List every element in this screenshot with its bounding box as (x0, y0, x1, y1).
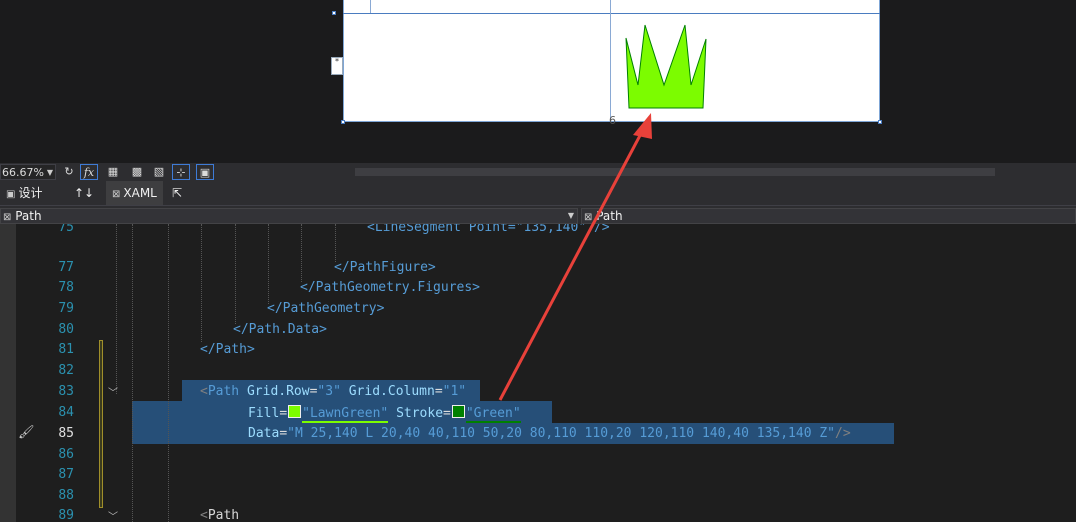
tab-xaml[interactable]: ⊠ XAML (106, 181, 163, 205)
checker-icon[interactable]: ▧ (150, 164, 168, 180)
color-swatch-icon[interactable] (451, 405, 465, 418)
line-number: 88 (58, 488, 74, 503)
line-number: 87 (58, 467, 74, 482)
design-icon: ▣ (6, 189, 16, 200)
collapse-icon[interactable]: ﹀ (108, 508, 118, 522)
indent-guide (168, 224, 170, 522)
swap-panes-button[interactable]: ↑↓ (74, 181, 94, 205)
popout-icon[interactable]: ⇱ (172, 181, 182, 205)
center-handle-icon[interactable]: 6 (609, 114, 616, 127)
grid-icon[interactable]: ▦ (104, 164, 122, 180)
xaml-icon: ⊠ (112, 189, 121, 200)
tab-design-label: 设计 (18, 186, 43, 200)
xaml-code-editor[interactable]: 🖌 ﹀ ﹀ 75 77 78 79 80 81 82 83 84 85 86 8… (0, 224, 1076, 522)
attribute-value: "Green" (465, 406, 521, 423)
chevron-down-icon[interactable]: ▼ (47, 165, 53, 181)
attribute-name: Fill (248, 406, 280, 421)
code-line[interactable]: <LineSegment Point="135,140" /> (367, 224, 610, 235)
code-line-selected[interactable]: Fill= "LawnGreen" Stroke= "Green" (248, 405, 521, 423)
element-combo-left-value: Path (15, 209, 42, 223)
line-number: 77 (58, 260, 74, 275)
zoom-combo[interactable]: 66.67% ▼ (0, 164, 56, 180)
view-tab-bar: ▣ 设计 ↑↓ ⊠ XAML ⇱ (0, 181, 1076, 205)
indent-guide (116, 224, 118, 394)
grid-column-line-left (370, 0, 371, 13)
indent-guide (132, 224, 134, 522)
line-number: 82 (58, 363, 74, 378)
change-marker (99, 340, 103, 508)
element-combo-left[interactable]: ⊠ Path ▼ (0, 208, 578, 224)
element-name: Path (207, 508, 240, 522)
line-number: 75 (58, 224, 74, 235)
indent-guide (268, 224, 270, 304)
attribute-name: Data (248, 426, 280, 441)
line-number: 83 (58, 384, 74, 399)
margin-tag[interactable]: * (331, 57, 343, 75)
crown-path-shape[interactable] (620, 22, 712, 112)
resize-handle[interactable] (878, 120, 882, 124)
line-number: 79 (58, 301, 74, 316)
element-icon: ⊠ (584, 212, 593, 223)
code-line[interactable]: <Path (200, 508, 239, 522)
tab-xaml-label: XAML (123, 186, 157, 200)
chevron-down-icon[interactable]: ▼ (568, 209, 574, 223)
tab-design[interactable]: ▣ 设计 (6, 181, 42, 205)
line-number: 86 (58, 447, 74, 462)
refresh-icon[interactable]: ↻ (60, 164, 78, 180)
design-canvas[interactable] (343, 0, 880, 122)
indent-guide (235, 224, 237, 324)
code-line[interactable]: </PathGeometry.Figures> (300, 280, 480, 295)
attribute-name: Stroke (396, 406, 444, 421)
snap-grid-icon[interactable]: ▩ (128, 164, 146, 180)
element-icon: ⊠ (3, 212, 12, 223)
line-number: 80 (58, 322, 74, 337)
horizontal-scrollbar[interactable] (355, 168, 995, 176)
line-number-current: 85 (58, 426, 74, 441)
attribute-value: "LawnGreen" (302, 406, 389, 423)
color-swatch-icon[interactable] (288, 405, 302, 418)
line-number: 84 (58, 405, 74, 420)
navigation-bar: ⊠ Path ▼ ⊠ Path (0, 205, 1076, 225)
collapse-icon[interactable]: ﹀ (108, 384, 118, 399)
designer-toolbar: 66.67% ▼ ↻ fx ▦ ▩ ▧ ⊹ ▣ (0, 163, 1076, 181)
resize-handle[interactable] (332, 11, 336, 15)
element-combo-right[interactable]: ⊠ Path (581, 208, 1076, 224)
indent-guide (201, 224, 203, 342)
indent-guide (301, 224, 303, 282)
code-line-selected[interactable]: Data="M 25,140 L 20,40 40,110 50,20 80,1… (248, 426, 851, 441)
project-code-icon[interactable]: ▣ (196, 164, 214, 180)
code-line[interactable]: </Path.Data> (233, 322, 327, 337)
indent-guide (335, 224, 337, 262)
attribute-value: "M 25,140 L 20,40 40,110 50,20 80,110 11… (287, 426, 836, 441)
grid-row-line (343, 13, 880, 14)
path-polygon (625, 24, 707, 109)
attribute-name: Grid.Row (246, 384, 310, 399)
code-line[interactable]: </PathGeometry> (267, 301, 384, 316)
zoom-value: 66.67% (2, 166, 44, 179)
element-combo-right-value: Path (596, 209, 623, 223)
code-line[interactable]: </Path> (200, 342, 255, 357)
fx-button[interactable]: fx (80, 164, 98, 180)
tag-close: /> (835, 426, 851, 441)
line-number: 78 (58, 280, 74, 295)
brush-icon[interactable]: 🖌 (18, 425, 35, 440)
attribute-name: Grid.Column (348, 384, 435, 399)
line-number: 89 (58, 508, 74, 522)
resize-handle[interactable] (341, 120, 345, 124)
designer-surface[interactable]: * 6 (0, 0, 1076, 163)
line-number: 81 (58, 342, 74, 357)
glyph-margin (0, 224, 16, 522)
code-line[interactable]: </PathFigure> (334, 260, 436, 275)
grid-column-line (610, 0, 611, 122)
attribute-value: "3" (317, 384, 341, 399)
element-name: Path (207, 384, 240, 399)
code-line-selected[interactable]: <Path Grid.Row="3" Grid.Column="1" (200, 384, 466, 399)
attribute-value: "1" (442, 384, 467, 399)
snap-lines-icon[interactable]: ⊹ (172, 164, 190, 180)
